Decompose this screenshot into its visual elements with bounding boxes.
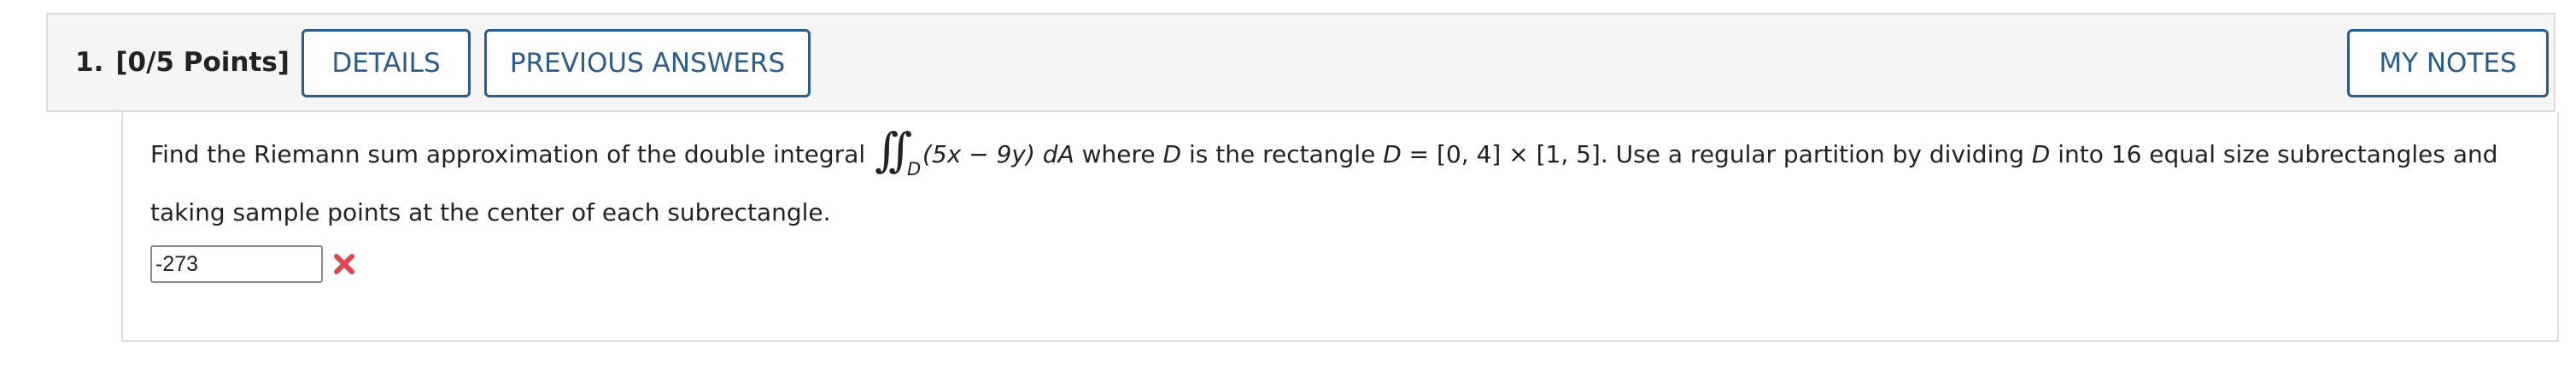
domain-var-2: D bbox=[1383, 140, 1402, 168]
my-notes-button[interactable]: MY NOTES bbox=[2347, 29, 2549, 97]
previous-answers-button[interactable]: PREVIOUS ANSWERS bbox=[484, 29, 811, 97]
answer-row bbox=[150, 245, 357, 283]
answer-input[interactable] bbox=[150, 245, 323, 283]
integral-domain: D bbox=[907, 159, 922, 179]
prompt-intro: Find the Riemann sum approximation of th… bbox=[150, 140, 874, 168]
details-button[interactable]: DETAILS bbox=[302, 29, 471, 97]
rectangle-definition: = [0, 4] × [1, 5]. Use a regular partiti… bbox=[1401, 140, 2032, 168]
question-label: 1. [0/5 Points] bbox=[75, 15, 290, 110]
question-points: [0/5 Points] bbox=[115, 47, 290, 78]
domain-var: D bbox=[1162, 140, 1182, 168]
double-integral-symbol: ∫ ∫ D bbox=[875, 123, 922, 180]
question-header: 1. [0/5 Points] DETAILS PREVIOUS ANSWERS… bbox=[46, 13, 2556, 112]
question-number: 1. bbox=[75, 47, 104, 78]
prompt-where: where bbox=[1074, 140, 1163, 168]
domain-var-3: D bbox=[2031, 140, 2051, 168]
incorrect-x-icon bbox=[331, 251, 357, 277]
integrand: (5x − 9y) dA bbox=[922, 140, 1074, 168]
question-body: Find the Riemann sum approximation of th… bbox=[121, 112, 2559, 342]
question-prompt: Find the Riemann sum approximation of th… bbox=[150, 123, 2508, 242]
prompt-is-rect: is the rectangle bbox=[1181, 140, 1384, 168]
